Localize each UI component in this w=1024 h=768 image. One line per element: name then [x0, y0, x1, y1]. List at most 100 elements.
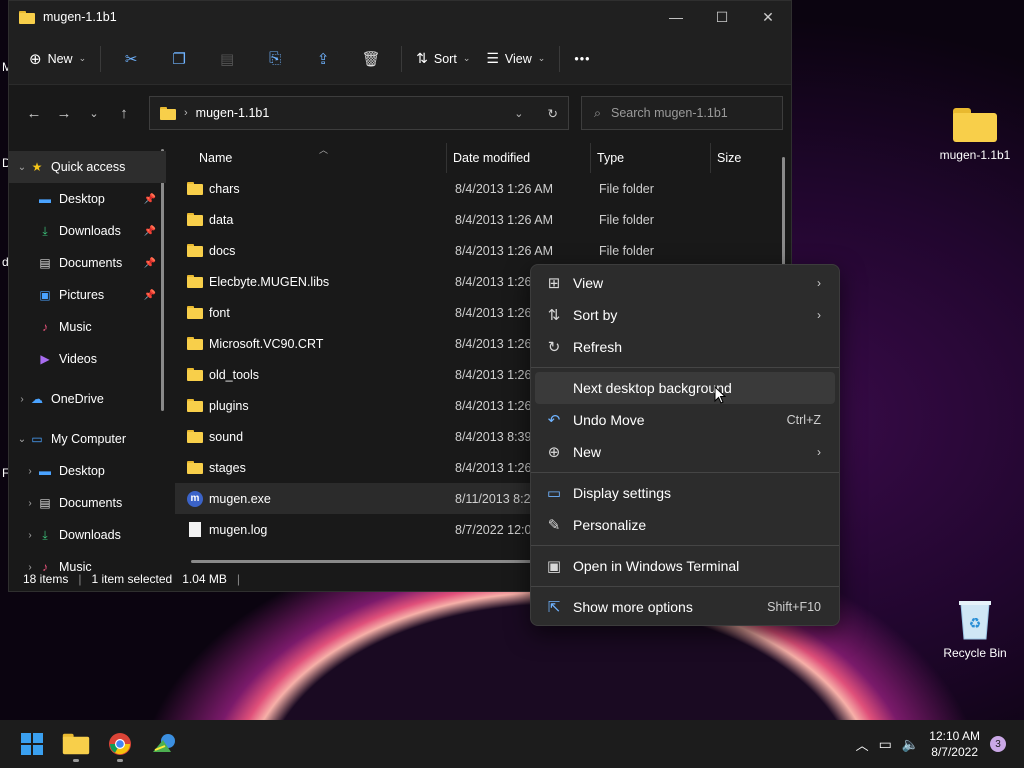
nav-item-downloads[interactable]: › ⤓ Downloads: [9, 519, 166, 551]
start-button[interactable]: [10, 724, 54, 764]
nav-item-desktop[interactable]: ▬ Desktop 📌: [9, 183, 166, 215]
volume-icon[interactable]: 🔈: [902, 736, 919, 753]
menu-item-view[interactable]: ⊞ View ›: [535, 267, 835, 299]
chevron-right-icon[interactable]: ›: [15, 394, 29, 405]
menu-shortcut: Ctrl+Z: [786, 413, 821, 427]
address-dropdown-icon[interactable]: ⌄: [514, 107, 523, 120]
menu-item-personalize[interactable]: ✎ Personalize: [535, 509, 835, 541]
divider: [559, 45, 561, 72]
chevron-up-icon[interactable]: ︿: [856, 735, 869, 754]
chevron-down-icon: ⌄: [537, 53, 546, 63]
desktop-icon-recycle-bin[interactable]: ♻ Recycle Bin: [935, 598, 1015, 660]
maximize-button[interactable]: ☐: [699, 1, 745, 33]
folder-icon: [187, 461, 203, 474]
search-input[interactable]: ⌕ Search mugen-1.1b1: [581, 96, 783, 130]
chevron-right-icon[interactable]: ›: [23, 498, 37, 509]
nav-item-documents[interactable]: ▤ Documents 📌: [9, 247, 166, 279]
view-button[interactable]: ☰ View ⌄: [478, 42, 553, 76]
nav-item-label: My Computer: [51, 432, 127, 446]
file-row[interactable]: chars 8/4/2013 1:26 AM File folder: [175, 173, 791, 204]
folder-icon: [187, 213, 203, 226]
refresh-icon: ↻: [547, 339, 561, 356]
nav-item-quick-access[interactable]: ⌄ ★ Quick access: [9, 151, 166, 183]
chrome-icon: [109, 733, 131, 755]
rename-button[interactable]: ⎘: [251, 42, 299, 76]
back-arrow-icon[interactable]: ←: [19, 105, 49, 122]
nav-item-music[interactable]: ♪ Music: [9, 311, 166, 343]
chevron-right-icon: ›: [817, 276, 821, 290]
undo-icon: ↶: [547, 412, 561, 429]
copy-button[interactable]: ❐: [155, 42, 203, 76]
menu-item-undo-move[interactable]: ↶ Undo Move Ctrl+Z: [535, 404, 835, 436]
close-button[interactable]: ✕: [745, 1, 791, 33]
chevron-right-icon[interactable]: ›: [23, 530, 37, 541]
sort-icon: ⇅: [416, 50, 428, 66]
taskbar-app-chrome[interactable]: [98, 724, 142, 764]
chevron-down-icon[interactable]: ⌄: [15, 162, 29, 173]
file-type: File folder: [599, 212, 654, 227]
menu-item-refresh[interactable]: ↻ Refresh: [535, 331, 835, 363]
menu-item-new[interactable]: ⊕ New ›: [535, 436, 835, 468]
menu-item-next-desktop-background[interactable]: Next desktop background: [535, 372, 835, 404]
nav-item-desktop[interactable]: › ▬ Desktop: [9, 455, 166, 487]
network-icon[interactable]: ▭: [879, 736, 892, 753]
nav-item-downloads[interactable]: ⤓ Downloads 📌: [9, 215, 166, 247]
pin-icon: 📌: [143, 193, 156, 205]
folder-icon: [187, 275, 203, 288]
nav-item-my-computer[interactable]: ⌄ ▭ My Computer: [9, 423, 166, 455]
new-button[interactable]: ⊕ New ⌄: [21, 42, 94, 76]
music-icon: ♪: [42, 320, 48, 334]
pin-icon: 📌: [143, 225, 156, 237]
menu-item-show-more-options[interactable]: ⇱ Show more options Shift+F10: [535, 591, 835, 623]
file-row[interactable]: docs 8/4/2013 1:26 AM File folder: [175, 235, 791, 266]
column-header-date[interactable]: Date modified: [447, 143, 591, 173]
recent-chevron-icon[interactable]: ⌄: [79, 107, 109, 120]
delete-button[interactable]: 🗑: [347, 42, 395, 76]
menu-item-label: Show more options: [573, 599, 693, 615]
nav-item-label: Pictures: [59, 288, 105, 302]
notification-badge[interactable]: 3: [990, 736, 1006, 752]
chevron-right-icon[interactable]: ›: [23, 466, 37, 477]
taskbar: ︿ ▭ 🔈 12:10 AM 8/7/2022 3: [0, 720, 1024, 768]
menu-item-open-in-windows-terminal[interactable]: ▣ Open in Windows Terminal: [535, 550, 835, 582]
column-header-type[interactable]: Type: [591, 143, 711, 173]
file-type: File folder: [599, 181, 654, 196]
file-name: Microsoft.VC90.CRT: [209, 336, 324, 351]
paste-button[interactable]: ▤: [203, 42, 251, 76]
column-header-name[interactable]: Name: [175, 143, 447, 173]
file-row[interactable]: data 8/4/2013 1:26 AM File folder: [175, 204, 791, 235]
folder-icon: [953, 108, 997, 142]
menu-item-display-settings[interactable]: ▭ Display settings: [535, 477, 835, 509]
forward-arrow-icon[interactable]: →: [49, 105, 79, 122]
svg-text:♻: ♻: [969, 615, 982, 631]
refresh-icon[interactable]: ↻: [548, 106, 558, 121]
address-bar[interactable]: › mugen-1.1b1 ⌄ ↻: [149, 96, 569, 130]
column-header-size[interactable]: Size: [711, 143, 741, 173]
chevron-down-icon[interactable]: ⌄: [15, 434, 29, 445]
nav-item-pictures[interactable]: ▣ Pictures 📌: [9, 279, 166, 311]
nav-item-documents[interactable]: › ▤ Documents: [9, 487, 166, 519]
sort-up-icon: ︿: [319, 145, 329, 155]
scissors-icon: ✂: [124, 50, 138, 68]
taskbar-app-network[interactable]: [142, 724, 186, 764]
grid-icon: ⊞: [547, 275, 561, 292]
more-options-button[interactable]: •••: [566, 42, 598, 76]
up-arrow-icon[interactable]: ↑: [109, 105, 139, 122]
nav-item-videos[interactable]: ▶ Videos: [9, 343, 166, 375]
menu-item-sort-by[interactable]: ⇅ Sort by ›: [535, 299, 835, 331]
breadcrumb[interactable]: mugen-1.1b1: [196, 106, 270, 120]
clock[interactable]: 12:10 AM 8/7/2022: [929, 728, 980, 760]
cut-button[interactable]: ✂: [107, 42, 155, 76]
nav-item-onedrive[interactable]: › ☁ OneDrive: [9, 383, 166, 415]
title-bar[interactable]: mugen-1.1b1 — ☐ ✕: [9, 1, 791, 33]
desktop-icon-mugen-folder[interactable]: mugen-1.1b1: [935, 108, 1015, 162]
cloud-icon: ☁: [31, 392, 43, 406]
share-button[interactable]: ⇪: [299, 42, 347, 76]
minimize-button[interactable]: —: [653, 1, 699, 33]
folder-icon: [187, 337, 203, 350]
sort-button[interactable]: ⇅ Sort ⌄: [408, 42, 478, 76]
chevron-right-icon: ›: [817, 445, 821, 459]
taskbar-app-file-explorer[interactable]: [54, 724, 98, 764]
folder-icon: [187, 182, 203, 195]
network-app-icon: [153, 734, 175, 752]
